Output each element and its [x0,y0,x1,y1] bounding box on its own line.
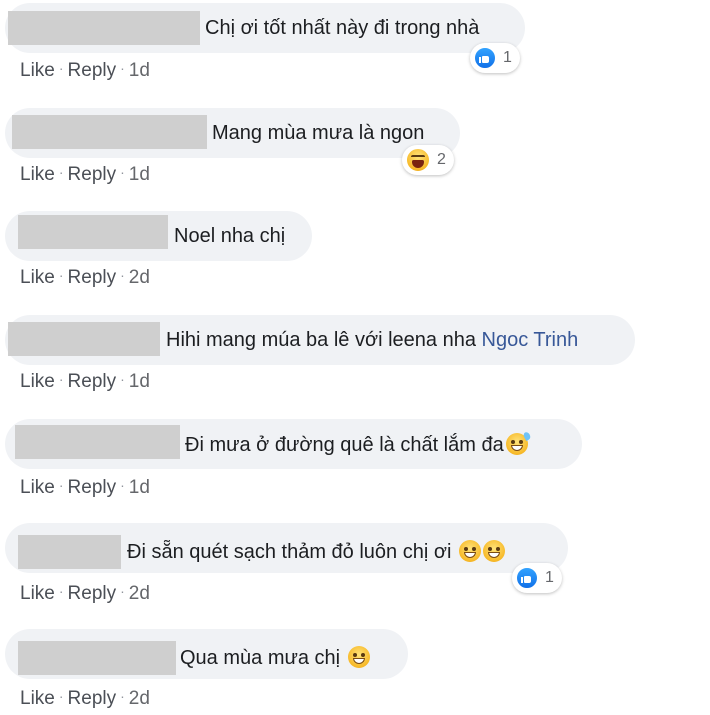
separator: · [120,267,125,283]
separator: · [120,164,125,180]
redacted-author-name [8,322,160,356]
comment-age[interactable]: 1d [129,60,150,81]
comment-text: Chị ơi tốt nhất này đi trong nhà [205,17,480,39]
reply-link[interactable]: Reply [68,60,117,81]
separator: · [120,583,125,599]
comment-text: Qua mùa mưa chị [180,646,370,670]
mention-link[interactable]: Ngoc Trinh [482,329,579,351]
comment-actions: Like · Reply · 1d [20,477,150,499]
like-link[interactable]: Like [20,583,55,604]
reaction-count: 1 [503,49,512,66]
separator: · [120,60,125,76]
beaming-grin-emoji [458,540,481,562]
comment-actions: Like · Reply · 1d [20,164,150,186]
separator: · [58,371,64,387]
separator: · [120,688,125,704]
comment-text-body: Đi mưa ở đường quê là chất lắm đa [185,434,504,456]
like-link[interactable]: Like [20,164,55,185]
comment-text: Đi sẵn quét sạch thảm đỏ luôn chị ơi [127,540,505,564]
comment-text: Mang mùa mưa là ngon [212,122,425,144]
reaction-summary[interactable]: 1 [512,563,562,593]
separator: · [58,688,64,704]
redacted-author-name [15,425,180,459]
separator: · [58,164,64,180]
comment-actions: Like · Reply · 2d [20,583,150,605]
reply-link[interactable]: Reply [68,477,117,498]
reply-link[interactable]: Reply [68,164,117,185]
comment-age[interactable]: 1d [129,371,150,392]
reaction-count: 1 [545,569,554,586]
haha-icon [405,147,431,173]
separator: · [58,583,64,599]
comment-age[interactable]: 2d [129,583,150,604]
reply-link[interactable]: Reply [68,371,117,392]
reply-link[interactable]: Reply [68,583,117,604]
like-link[interactable]: Like [20,371,55,392]
separator: · [58,477,64,493]
redacted-author-name [8,11,200,45]
reply-link[interactable]: Reply [68,267,117,288]
beaming-grin-emoji [347,646,370,668]
like-icon [515,566,539,590]
separator: · [120,477,125,493]
separator: · [58,60,64,76]
like-link[interactable]: Like [20,267,55,288]
comment-age[interactable]: 2d [129,688,150,709]
comment-actions: Like · Reply · 2d [20,267,150,289]
like-icon [473,46,497,70]
comment-age[interactable]: 1d [129,164,150,185]
comment-actions: Like · Reply · 1d [20,371,150,393]
like-link[interactable]: Like [20,60,55,81]
reaction-summary[interactable]: 1 [470,43,520,73]
comment-text: Noel nha chị [174,225,286,247]
like-link[interactable]: Like [20,688,55,709]
reply-link[interactable]: Reply [68,688,117,709]
reaction-count: 2 [437,151,446,168]
redacted-author-name [18,535,121,569]
comment-text: Hihi mang múa ba lê với leena nha Ngoc T… [166,328,578,352]
redacted-author-name [18,641,176,675]
comment-actions: Like · Reply · 2d [20,688,150,710]
redacted-author-name [18,215,168,249]
separator: · [120,371,125,387]
comment-text-body: Hihi mang múa ba lê với leena nha [166,329,476,351]
comment-text-body: Qua mùa mưa chị [180,647,341,669]
grinning-sweat-emoji [505,431,532,455]
comment-text: Đi mưa ở đường quê là chất lắm đa [185,431,532,457]
comment-text-body: Đi sẵn quét sạch thảm đỏ luôn chị ơi [127,541,452,563]
redacted-author-name [12,115,207,149]
reaction-summary[interactable]: 2 [402,145,454,175]
beaming-grin-emoji [482,540,505,562]
comment-age[interactable]: 1d [129,477,150,498]
separator: · [58,267,64,283]
comment-actions: Like · Reply · 1d [20,60,150,82]
comment-age[interactable]: 2d [129,267,150,288]
like-link[interactable]: Like [20,477,55,498]
